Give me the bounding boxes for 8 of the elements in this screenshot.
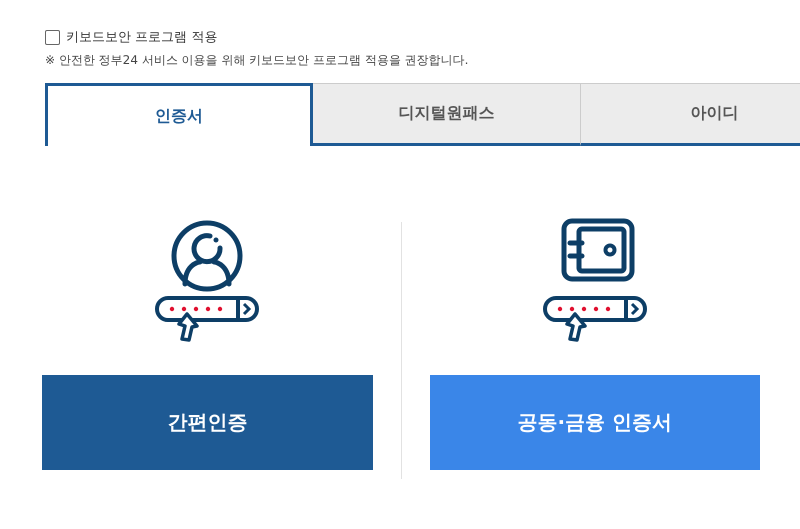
login-button[interactable]: 간편인증: [42, 375, 372, 470]
login-tab[interactable]: 디지털원패스: [313, 83, 581, 146]
login-tab[interactable]: 아이디: [581, 83, 800, 146]
checkbox-label: 키보드보안 프로그램 적용: [66, 29, 218, 46]
login-tab[interactable]: 인증서: [45, 83, 313, 146]
security-note: ※ 안전한 정부24 서비스 이용을 위해 키보드보안 프로그램 적용을 권장합니다.: [45, 52, 470, 69]
login-button[interactable]: 공동·금융 인증서: [430, 375, 760, 470]
checkbox[interactable]: [45, 30, 60, 44]
